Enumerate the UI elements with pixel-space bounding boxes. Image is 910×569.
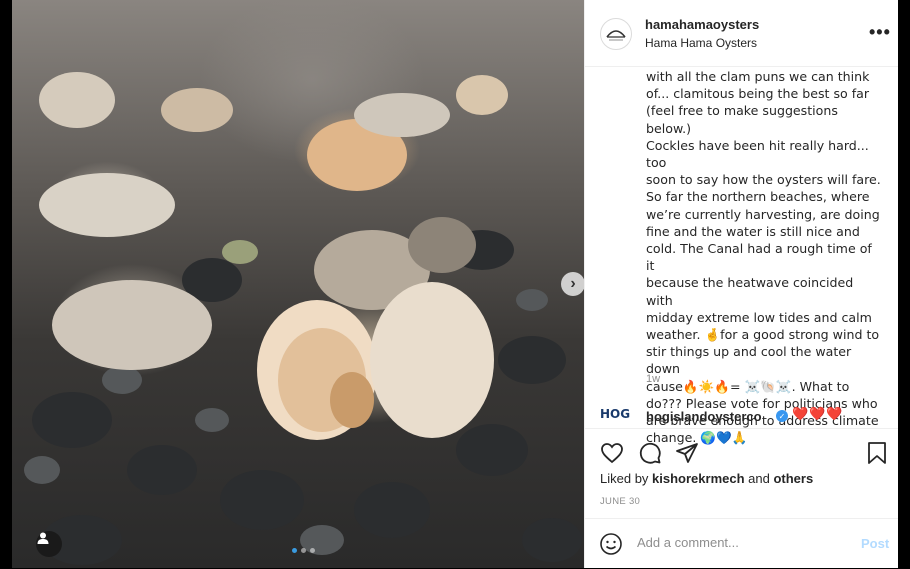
post-date[interactable]: JUNE 30 bbox=[600, 496, 640, 507]
carousel-dot bbox=[301, 548, 306, 553]
right-backdrop bbox=[898, 0, 910, 568]
caption-line: So far the northern beaches, where bbox=[646, 189, 870, 205]
caption-line: stir things up and cool the water down bbox=[646, 344, 852, 377]
comment-bubble-icon[interactable] bbox=[638, 441, 662, 465]
account-display-name: Hama Hama Oysters bbox=[645, 36, 758, 50]
caption-line: cause🔥☀️🔥= ☠️🐚☠️. What to bbox=[646, 378, 850, 394]
post-header: hamahamaoysters Hama Hama Oysters ••• bbox=[585, 0, 899, 67]
carousel-dot bbox=[310, 548, 315, 553]
user-icon bbox=[37, 532, 49, 544]
carousel-dots bbox=[292, 548, 315, 553]
add-comment-input[interactable] bbox=[637, 535, 837, 550]
commenter-avatar[interactable]: HOG bbox=[600, 407, 632, 423]
tagged-users-button[interactable] bbox=[36, 531, 62, 557]
post-caption: with all the clam puns we can think of..… bbox=[646, 68, 882, 446]
caption-line: weather. 🤞for a good strong wind to bbox=[646, 327, 880, 343]
caption-line: with all the clam puns we can think bbox=[646, 69, 870, 84]
liked-by-user[interactable]: kishorekrmech bbox=[652, 471, 745, 486]
caption-line: cold. The Canal had a rough time of it bbox=[646, 241, 872, 274]
caption-line: (feel free to make suggestions below.) bbox=[646, 103, 838, 136]
liked-by-prefix: Liked by bbox=[600, 471, 653, 486]
caption-line: fine and the water is still nice and bbox=[646, 223, 860, 239]
caption-line: because the heatwave coincided with bbox=[646, 275, 854, 308]
commenter-username[interactable]: hogislandoysterco bbox=[646, 409, 762, 424]
verified-badge-icon: ✓ bbox=[776, 410, 788, 422]
caption-line: soon to say how the oysters will fare. bbox=[646, 172, 881, 188]
liked-by-middle: and bbox=[744, 471, 774, 486]
carousel-dot-active bbox=[292, 548, 297, 553]
clam-shells-image bbox=[24, 72, 582, 565]
post-side-panel: hamahamaoysters Hama Hama Oysters ••• wi… bbox=[584, 0, 899, 568]
post-photo[interactable]: › bbox=[12, 0, 584, 568]
brand-logo-icon bbox=[606, 30, 626, 41]
caption-line: we’re currently harvesting, are doing bbox=[646, 206, 880, 222]
account-username[interactable]: hamahamaoysters bbox=[645, 17, 759, 32]
more-options-icon[interactable]: ••• bbox=[869, 22, 891, 43]
account-avatar[interactable] bbox=[600, 18, 632, 50]
post-comment-button[interactable]: Post bbox=[861, 536, 889, 551]
caption-line: midday extreme low tides and calm bbox=[646, 309, 872, 325]
share-send-icon[interactable] bbox=[675, 441, 699, 465]
add-comment-bar: Post bbox=[585, 518, 899, 569]
liked-by-text: Liked by kishorekrmech and others bbox=[600, 471, 813, 486]
emoji-smiley-icon[interactable] bbox=[599, 532, 623, 556]
caption-timestamp[interactable]: 1w bbox=[646, 373, 660, 385]
comment-item: HOG hogislandoysterco ✓ ❤️❤️❤️ bbox=[600, 405, 890, 427]
save-bookmark-icon[interactable] bbox=[865, 441, 889, 465]
carousel-next-button[interactable]: › bbox=[561, 272, 584, 296]
liked-by-others[interactable]: others bbox=[773, 471, 813, 486]
caption-line: of... clamitous being the best so far bbox=[646, 86, 870, 102]
like-heart-icon[interactable] bbox=[600, 441, 624, 465]
post-actions: Liked by kishorekrmech and others JUNE 3… bbox=[585, 428, 899, 519]
comment-text: ❤️❤️❤️ bbox=[792, 407, 844, 422]
caption-line: Cockles have been hit really hard... too bbox=[646, 137, 869, 171]
